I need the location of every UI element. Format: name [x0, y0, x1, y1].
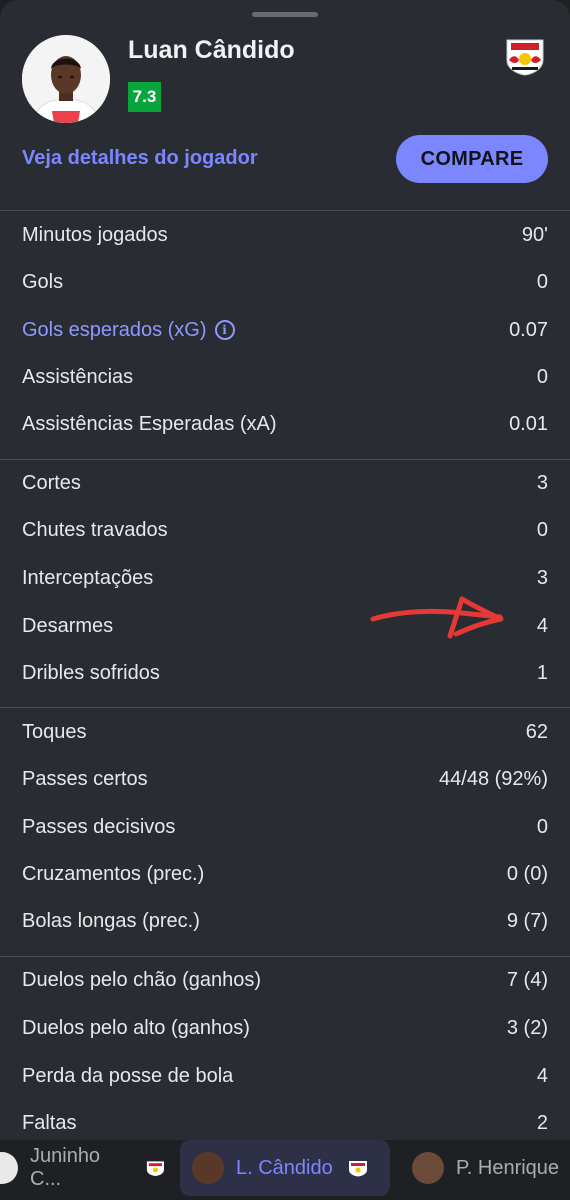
stat-row-key-passes: Passes decisivos 0 — [22, 807, 548, 847]
stat-label: Duelos pelo alto (ganhos) — [22, 1016, 250, 1039]
stat-label: Dribles sofridos — [22, 661, 160, 684]
stat-value: 3 — [536, 471, 548, 494]
stat-value: 7 (4) — [506, 968, 548, 991]
stat-row-touches: Toques 62 — [22, 712, 548, 752]
mini-player-avatar — [0, 1152, 18, 1184]
stat-label: Toques — [22, 720, 87, 743]
stat-label-link[interactable]: Gols esperados (xG) i — [22, 319, 235, 342]
stat-value: 3 — [536, 566, 548, 589]
player-details-link[interactable]: Veja detalhes do jogador — [22, 147, 258, 170]
stat-label: Passes certos — [22, 767, 148, 790]
stat-value: 0 — [536, 518, 548, 541]
player-tab-label: Juninho C... — [30, 1145, 101, 1190]
player-tab-henrique[interactable]: P. Henrique — [412, 1140, 570, 1196]
player-tab-candido[interactable]: L. Cândido — [180, 1140, 390, 1196]
stat-value: 0.07 — [509, 318, 548, 341]
stat-label: Cruzamentos (prec.) — [22, 862, 205, 885]
stat-row-xg[interactable]: Gols esperados (xG) i 0.07 — [22, 310, 548, 350]
team-badge-icon — [348, 1161, 367, 1177]
stat-value: 2 — [536, 1111, 548, 1134]
stat-row-minutes: Minutos jogados 90' — [22, 215, 548, 255]
stat-row-possession-lost: Perda da posse de bola 4 — [22, 1056, 548, 1096]
stat-row-dribbled-past: Dribles sofridos 1 — [22, 653, 548, 693]
stat-label: Perda da posse de bola — [22, 1064, 234, 1087]
stat-row-xa: Assistências Esperadas (xA) 0.01 — [22, 404, 548, 444]
stat-label-text: Gols esperados (xG) — [22, 318, 207, 341]
stat-row-assists: Assistências 0 — [22, 357, 548, 397]
stat-label: Passes decisivos — [22, 815, 176, 838]
player-avatar — [22, 35, 110, 123]
stat-value: 4 — [536, 1064, 548, 1087]
stat-value: 4 — [536, 614, 548, 637]
player-stats-sheet: Luan Cândido 7.3 Veja detalhes do jogado… — [0, 0, 570, 1140]
mini-player-avatar — [412, 1152, 444, 1184]
stat-row-clearances: Cortes 3 — [22, 463, 548, 503]
stat-label: Duelos pelo chão (ganhos) — [22, 968, 262, 991]
stat-value: 9 (7) — [506, 909, 548, 932]
stat-row-ground-duels: Duelos pelo chão (ganhos) 7 (4) — [22, 960, 548, 1000]
stat-row-fouls: Faltas 2 — [22, 1103, 548, 1143]
player-tab-label: P. Henrique — [456, 1156, 560, 1179]
player-rating-badge: 7.3 — [128, 82, 161, 112]
stat-label: Faltas — [22, 1111, 77, 1134]
stat-label: Gols — [22, 270, 64, 293]
hand-drawn-arrow-annotation — [370, 596, 504, 639]
stat-value: 90' — [521, 223, 548, 246]
stat-value: 0.01 — [509, 412, 548, 435]
stat-row-aerial-duels: Duelos pelo alto (ganhos) 3 (2) — [22, 1008, 548, 1048]
stat-label: Desarmes — [22, 614, 114, 637]
stat-value: 0 — [536, 270, 548, 293]
drag-handle[interactable] — [252, 12, 318, 17]
stat-value: 0 (0) — [506, 862, 548, 885]
player-switcher-bar: Juninho C... L. Cândido P. Henrique — [0, 1140, 570, 1200]
stat-label: Bolas longas (prec.) — [22, 909, 200, 932]
stat-row-long-balls: Bolas longas (prec.) 9 (7) — [22, 901, 548, 941]
section-divider — [0, 956, 570, 957]
player-tab-label: L. Cândido — [236, 1156, 333, 1179]
stat-label: Chutes travados — [22, 518, 168, 541]
stat-label: Cortes — [22, 471, 81, 494]
stat-row-blocked-shots: Chutes travados 0 — [22, 510, 548, 550]
mini-player-avatar — [192, 1152, 224, 1184]
team-badge-icon — [147, 1161, 165, 1177]
player-name: Luan Cândido — [128, 36, 295, 64]
stat-value: 3 (2) — [506, 1016, 548, 1039]
stat-label: Assistências Esperadas (xA) — [22, 412, 277, 435]
stat-row-crosses: Cruzamentos (prec.) 0 (0) — [22, 854, 548, 894]
stat-row-accurate-passes: Passes certos 44/48 (92%) — [22, 759, 548, 799]
stat-label: Assistências — [22, 365, 134, 388]
stat-value: 1 — [536, 661, 548, 684]
stat-value: 0 — [536, 815, 548, 838]
info-icon[interactable]: i — [214, 320, 235, 340]
stat-row-goals: Gols 0 — [22, 262, 548, 302]
stat-value: 0 — [536, 365, 548, 388]
stat-value: 44/48 (92%) — [439, 767, 548, 790]
stat-label: Minutos jogados — [22, 223, 168, 246]
red-bull-bragantino-logo[interactable] — [503, 36, 547, 76]
compare-button[interactable]: COMPARE — [396, 135, 548, 183]
stat-value: 62 — [525, 720, 548, 743]
stat-label: Interceptações — [22, 566, 154, 589]
section-divider — [0, 210, 570, 211]
section-divider — [0, 459, 570, 460]
player-tab-juninho[interactable]: Juninho C... — [0, 1140, 166, 1196]
section-divider — [0, 707, 570, 708]
